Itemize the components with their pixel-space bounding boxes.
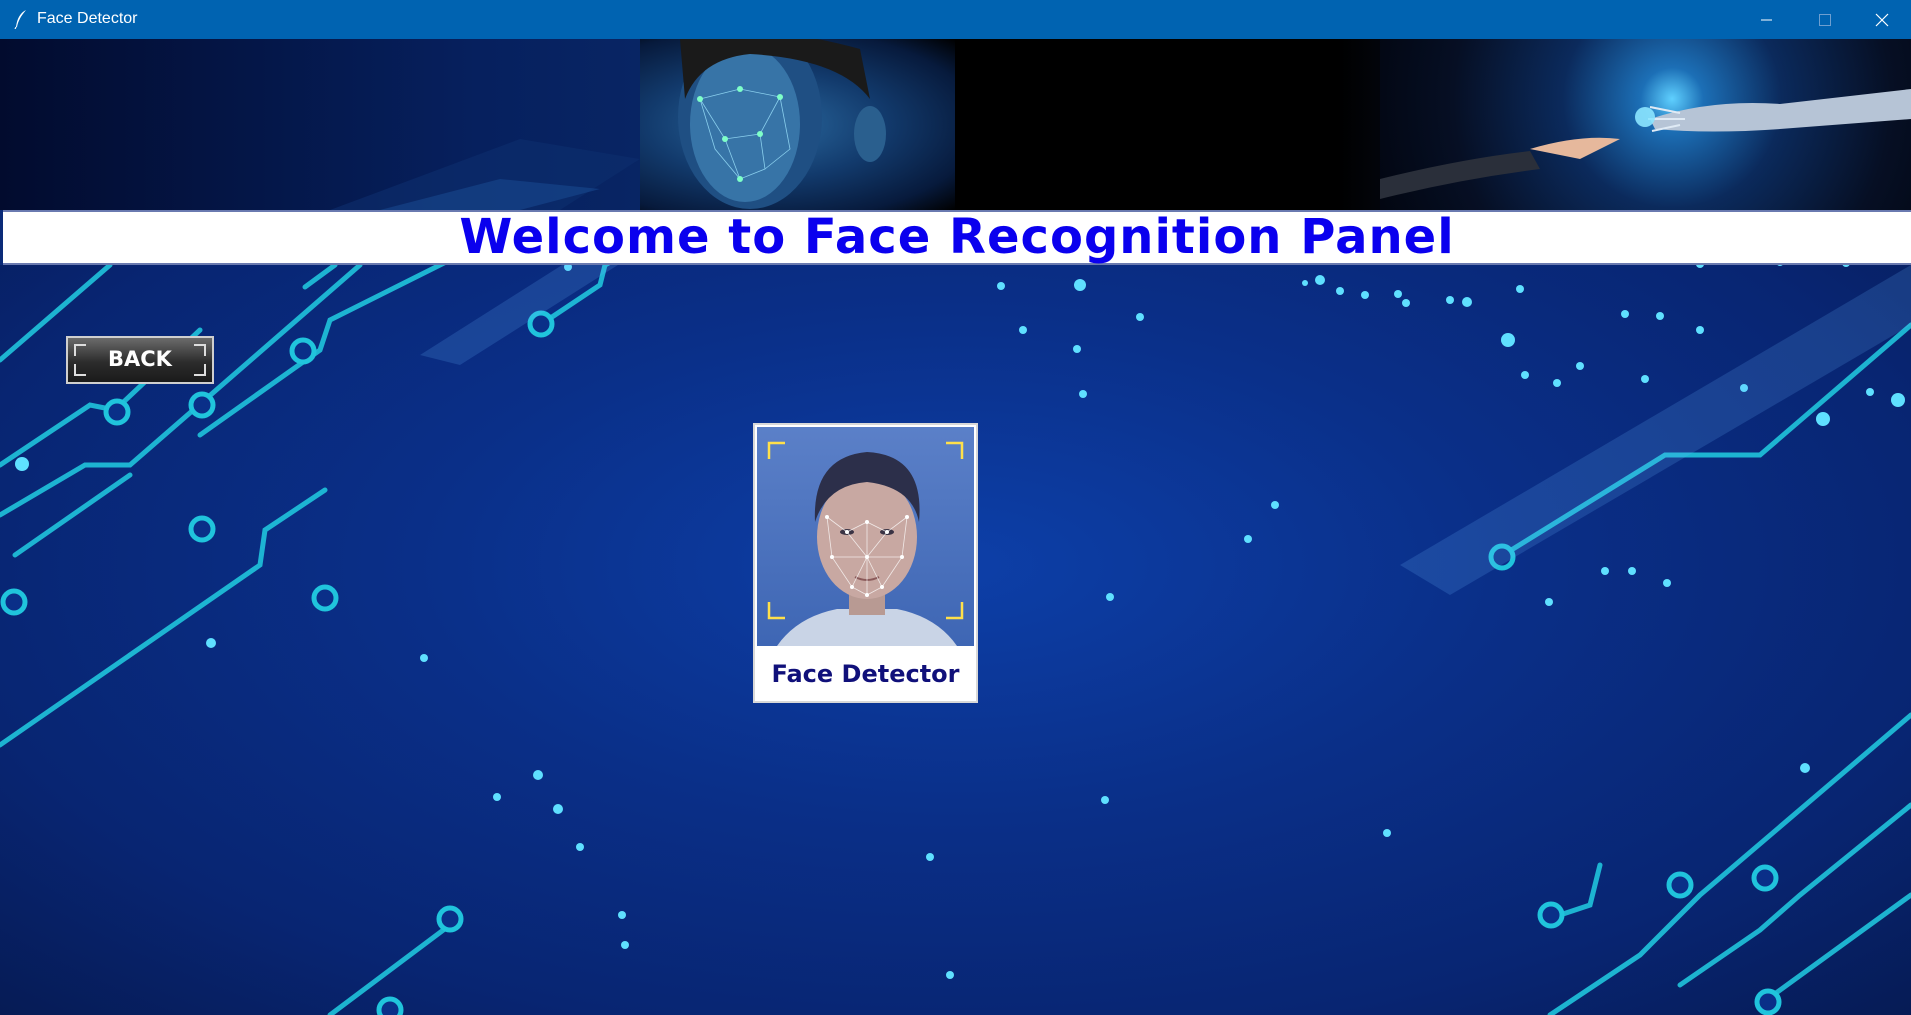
face-scan-icon bbox=[767, 441, 964, 646]
maximize-button[interactable] bbox=[1796, 0, 1854, 39]
minimize-button[interactable] bbox=[1738, 0, 1796, 39]
back-button[interactable]: BACK bbox=[66, 336, 214, 384]
corner-bracket bbox=[194, 344, 206, 356]
minimize-icon bbox=[1761, 19, 1772, 21]
corner-bracket bbox=[74, 364, 86, 376]
face-scan-portrait-image[interactable] bbox=[757, 427, 974, 646]
face-detector-label[interactable]: Face Detector bbox=[755, 647, 976, 701]
feather-app-icon bbox=[14, 10, 26, 29]
window-title: Face Detector bbox=[37, 10, 138, 27]
close-icon bbox=[1875, 13, 1889, 27]
corner-bracket bbox=[74, 344, 86, 356]
page-title: Welcome to Face Recognition Panel bbox=[459, 209, 1455, 265]
header-banner-image bbox=[0, 39, 1911, 210]
back-button-label: BACK bbox=[108, 347, 172, 371]
close-button[interactable] bbox=[1853, 0, 1911, 39]
title-bar: Face Detector bbox=[0, 0, 1911, 39]
face-detector-card[interactable]: Face Detector bbox=[753, 423, 978, 703]
corner-bracket bbox=[194, 364, 206, 376]
maximize-icon bbox=[1819, 14, 1831, 26]
heading-strip: Welcome to Face Recognition Panel bbox=[3, 210, 1911, 265]
banner-face-scan-image bbox=[640, 39, 955, 210]
banner-robot-hand-image bbox=[1380, 39, 1911, 210]
